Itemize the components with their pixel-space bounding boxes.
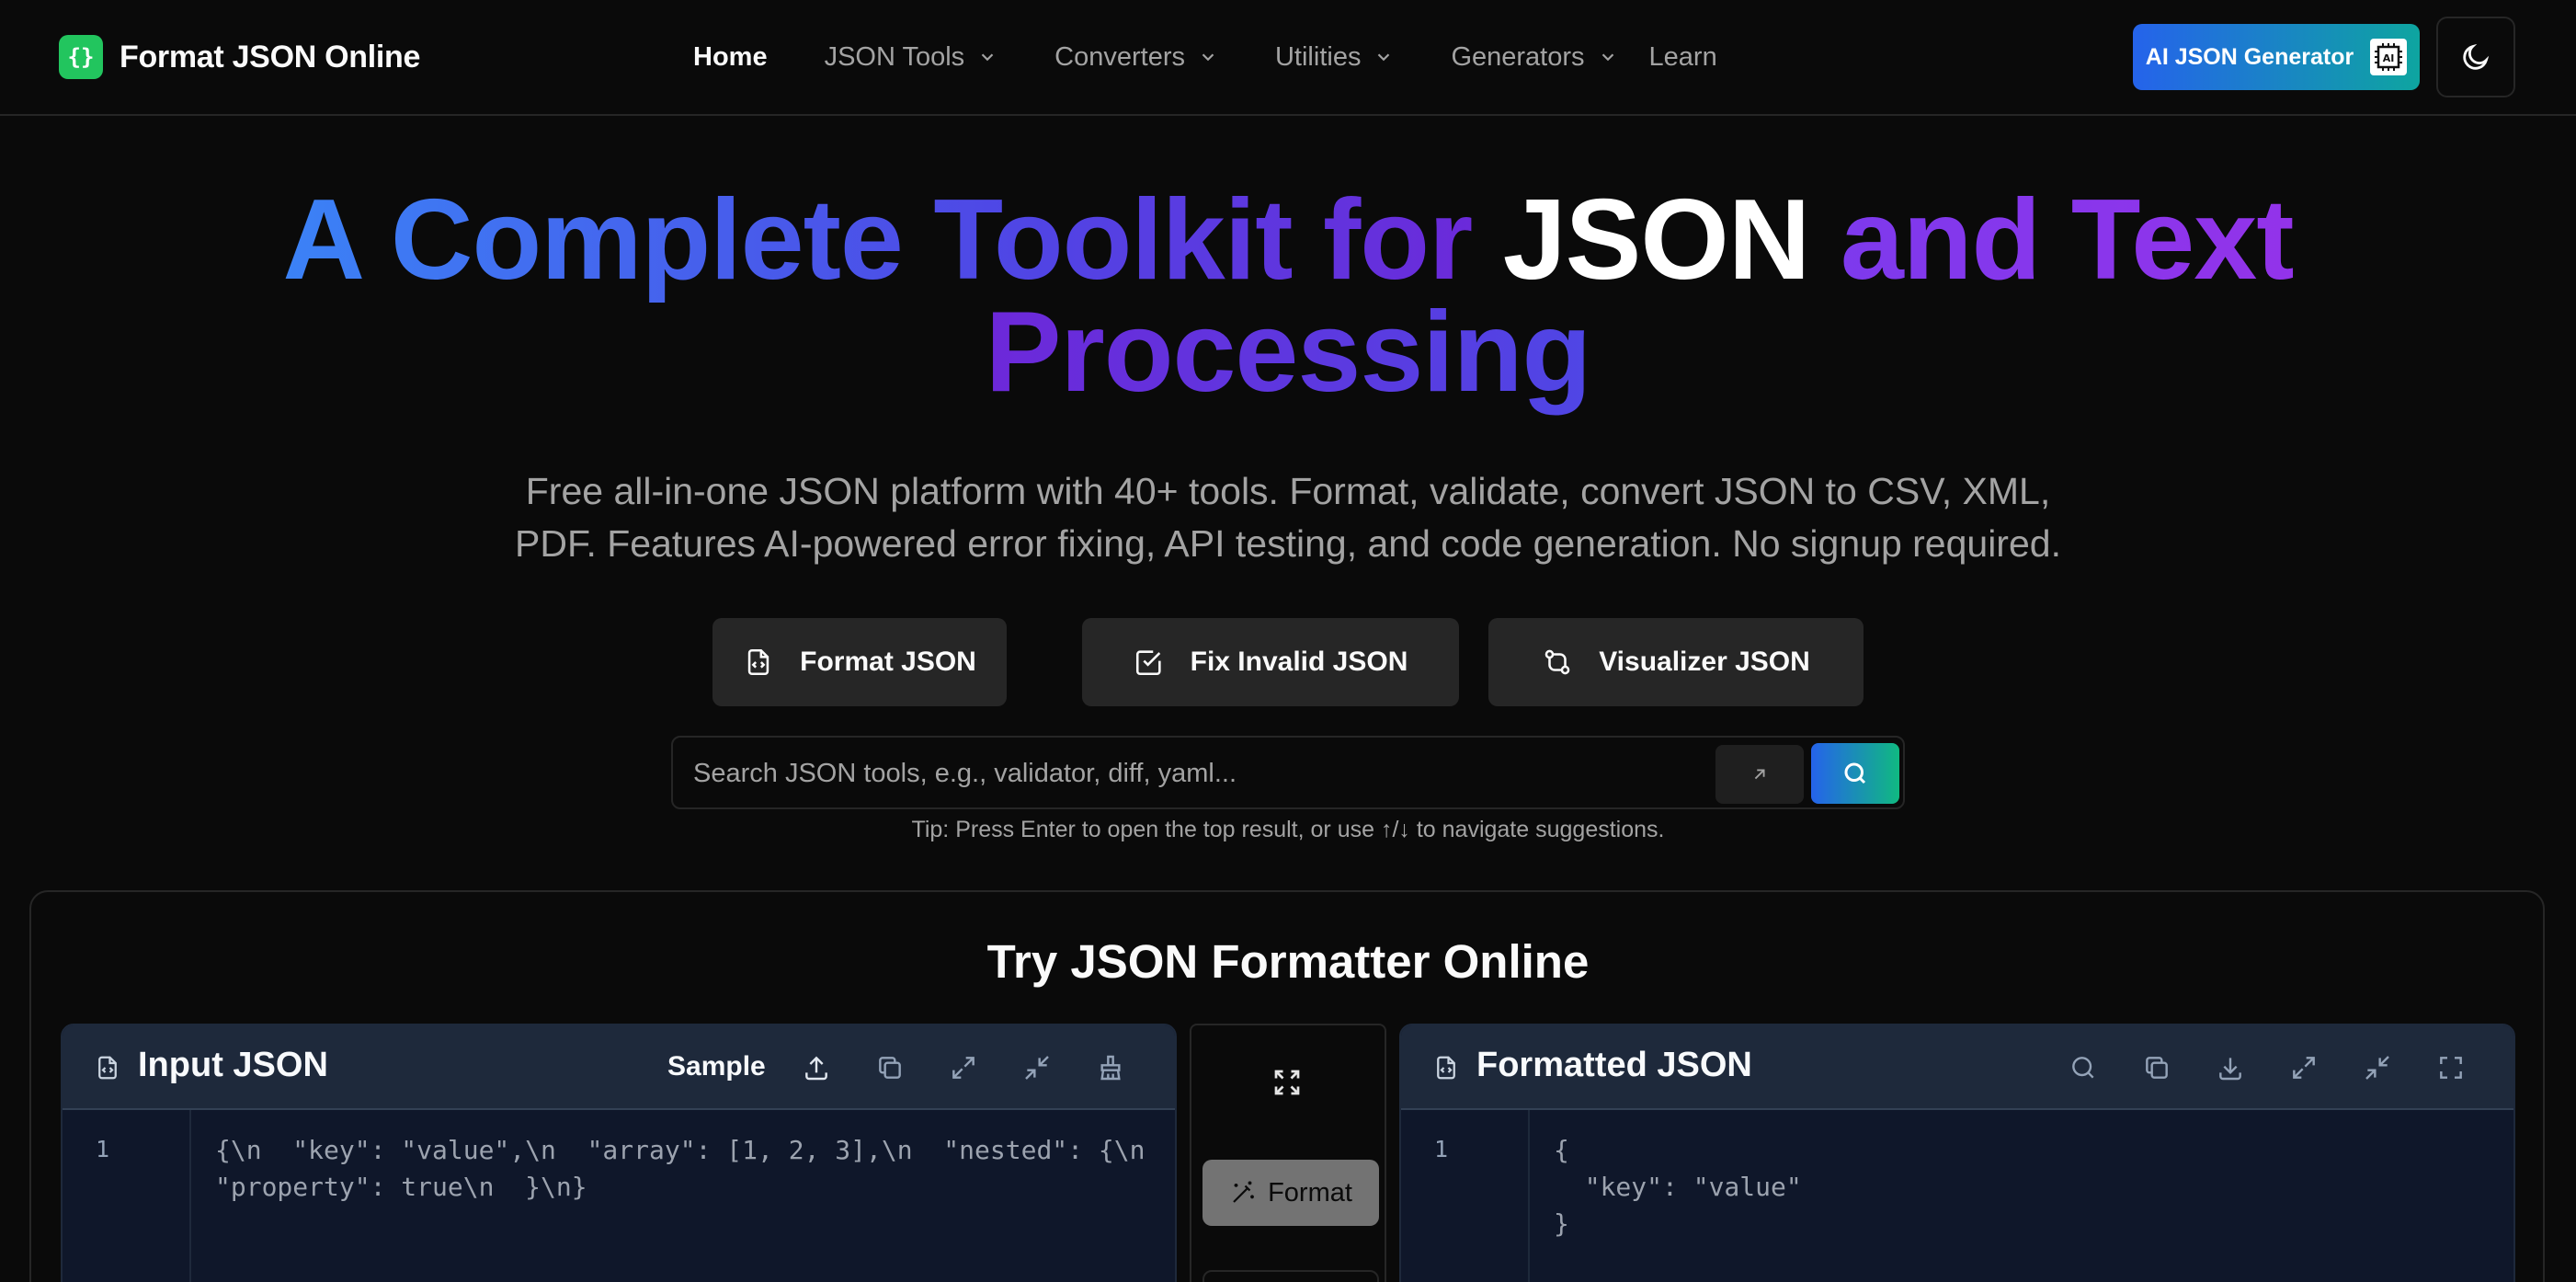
open-result-button[interactable] bbox=[1715, 745, 1804, 804]
download-icon[interactable] bbox=[2216, 1053, 2245, 1082]
ai-chip-svg: AI bbox=[2375, 43, 2403, 71]
check-square-icon bbox=[1135, 650, 1161, 676]
expand-icon[interactable] bbox=[2289, 1053, 2319, 1082]
fix-invalid-json-label: Fix Invalid JSON bbox=[1190, 647, 1408, 677]
nav-utilities[interactable]: Utilities bbox=[1275, 42, 1394, 73]
brand-logo-icon: {} bbox=[59, 35, 103, 79]
upload-icon[interactable] bbox=[802, 1053, 831, 1082]
top-nav: {} Format JSON Online Home JSON Tools Co… bbox=[0, 0, 2576, 116]
hero-title-part1: A Complete Toolkit for bbox=[282, 177, 1503, 303]
tool-search-input[interactable] bbox=[693, 749, 1631, 798]
file-code-icon bbox=[1437, 1056, 1455, 1080]
nav-learn[interactable]: Learn bbox=[1649, 42, 1717, 73]
cta-row: Format JSON Fix Invalid JSON Visualizer … bbox=[0, 618, 2576, 706]
fullscreen-icon[interactable] bbox=[2436, 1053, 2466, 1082]
hero-title-part4: Processing bbox=[985, 289, 1591, 416]
hero-subtitle: Free all-in-one JSON platform with 40+ t… bbox=[423, 465, 2153, 570]
copy-icon[interactable] bbox=[2142, 1053, 2171, 1082]
chevron-down-icon bbox=[1601, 53, 1613, 62]
chevron-down-icon bbox=[1378, 53, 1390, 62]
moon-icon bbox=[2463, 43, 2490, 70]
nav-converters-label: Converters bbox=[1054, 41, 1185, 72]
input-code-line-2: "property": true\n }\n} bbox=[215, 1172, 587, 1202]
format-json-label: Format JSON bbox=[800, 647, 976, 677]
format-json-button[interactable]: Format JSON bbox=[712, 618, 1007, 706]
formatted-json-panel: Formatted JSON 1 { "key": "value" } bbox=[1399, 1024, 2515, 1282]
copy-icon[interactable] bbox=[875, 1053, 905, 1082]
secondary-action-button[interactable] bbox=[1203, 1270, 1379, 1282]
chevron-down-icon bbox=[981, 53, 994, 62]
main-menu: Home JSON Tools Converters Utilities Gen… bbox=[693, 0, 1774, 114]
output-code-line-1: { bbox=[1554, 1135, 1569, 1165]
input-line-gutter bbox=[63, 1110, 191, 1282]
format-button[interactable]: Format bbox=[1203, 1160, 1379, 1226]
nav-generators-label: Generators bbox=[1451, 41, 1585, 72]
output-code-line-3: } bbox=[1554, 1208, 1569, 1239]
minimize-icon[interactable] bbox=[2363, 1053, 2392, 1082]
arrow-up-right-icon bbox=[1754, 769, 1765, 780]
sample-button[interactable]: Sample bbox=[667, 1051, 766, 1082]
input-panel-title: Input JSON bbox=[138, 1046, 328, 1084]
input-code-line-1: {\n "key": "value",\n "array": [1, 2, 3]… bbox=[215, 1135, 1146, 1165]
try-formatter-title: Try JSON Formatter Online bbox=[986, 935, 1590, 988]
input-json-editor[interactable]: {\n "key": "value",\n "array": [1, 2, 3]… bbox=[215, 1132, 1145, 1206]
hero-subtitle-line1: Free all-in-one JSON platform with 40+ t… bbox=[525, 470, 2051, 512]
ai-json-generator-label: AI JSON Generator bbox=[2145, 43, 2354, 70]
hero-title-part3: and Text bbox=[1809, 177, 2295, 303]
action-column: Format bbox=[1190, 1024, 1386, 1282]
nav-utilities-label: Utilities bbox=[1274, 41, 1362, 72]
search-tip: Tip: Press Enter to open the top result,… bbox=[911, 817, 1665, 842]
search-icon[interactable] bbox=[2069, 1053, 2098, 1082]
nav-json-tools-label: JSON Tools bbox=[824, 41, 965, 72]
input-panel-header: Input JSON Sample bbox=[63, 1025, 1175, 1110]
fix-invalid-json-button[interactable]: Fix Invalid JSON bbox=[1082, 618, 1459, 706]
visualizer-json-button[interactable]: Visualizer JSON bbox=[1488, 618, 1864, 706]
fullscreen-icon[interactable] bbox=[1271, 1066, 1304, 1099]
output-panel-header: Formatted JSON bbox=[1401, 1025, 2513, 1110]
hero-title-part2: JSON bbox=[1502, 177, 1811, 303]
ai-chip-icon: AI bbox=[2370, 39, 2408, 75]
output-line-number: 1 bbox=[1434, 1136, 1449, 1162]
minimize-icon[interactable] bbox=[1022, 1053, 1052, 1082]
nav-converters[interactable]: Converters bbox=[1054, 42, 1218, 73]
input-line-number: 1 bbox=[96, 1136, 110, 1162]
nav-generators[interactable]: Generators bbox=[1451, 42, 1617, 73]
output-line-gutter bbox=[1401, 1110, 1530, 1282]
file-code-icon bbox=[747, 648, 769, 676]
chevron-down-icon bbox=[1202, 53, 1214, 62]
nav-home[interactable]: Home bbox=[693, 42, 768, 73]
tool-search bbox=[671, 736, 1905, 809]
input-json-panel: Input JSON Sample 1 {\n "key": "value",\… bbox=[61, 1024, 1177, 1282]
search-icon bbox=[1844, 762, 1866, 784]
nav-home-label: Home bbox=[693, 41, 768, 72]
nav-json-tools[interactable]: JSON Tools bbox=[825, 42, 998, 73]
output-panel-title: Formatted JSON bbox=[1476, 1046, 1752, 1084]
hero-subtitle-line2: PDF. Features AI-powered error fixing, A… bbox=[515, 522, 2061, 565]
brand-name: Format JSON Online bbox=[120, 39, 421, 74]
theme-toggle-button[interactable] bbox=[2436, 17, 2515, 97]
nav-learn-label: Learn bbox=[1648, 41, 1717, 72]
brand-link[interactable]: {} Format JSON Online bbox=[59, 35, 420, 79]
hero-title: A Complete Toolkit for JSON and Text Pro… bbox=[0, 183, 2576, 409]
visualizer-json-label: Visualizer JSON bbox=[1599, 647, 1810, 677]
magic-wand-icon bbox=[1233, 1181, 1254, 1203]
expand-icon[interactable] bbox=[949, 1053, 978, 1082]
ai-json-generator-button[interactable]: AI JSON Generator AI bbox=[2133, 24, 2420, 90]
clear-brush-icon[interactable] bbox=[1096, 1053, 1125, 1082]
file-code-icon bbox=[98, 1056, 117, 1080]
search-button[interactable] bbox=[1811, 743, 1899, 804]
svg-text:AI: AI bbox=[2383, 52, 2395, 64]
git-compare-icon bbox=[1544, 649, 1570, 675]
output-code-line-2: "key": "value" bbox=[1554, 1172, 1802, 1202]
format-button-label: Format bbox=[1268, 1177, 1352, 1208]
formatted-json-viewer[interactable]: { "key": "value" } bbox=[1554, 1132, 1802, 1242]
